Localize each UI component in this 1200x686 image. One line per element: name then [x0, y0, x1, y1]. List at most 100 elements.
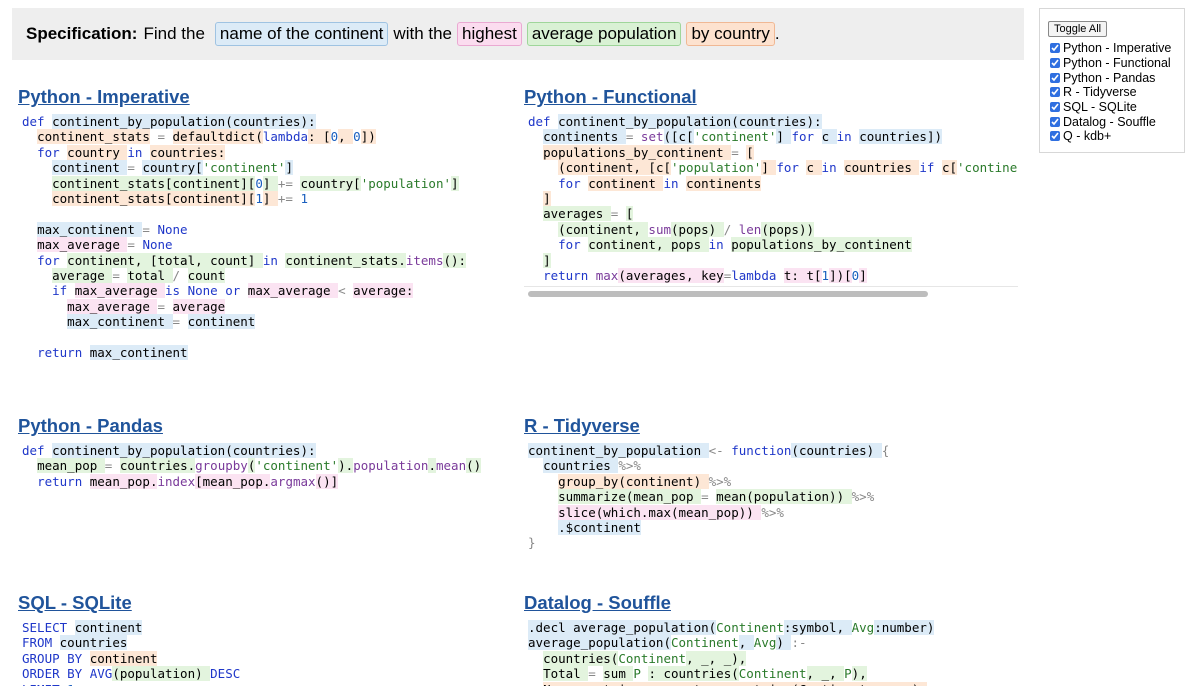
code-line: Num_countries = count : countries(Contin… [528, 681, 1018, 686]
code-token: argmax [270, 473, 316, 489]
section-title-python-imperative[interactable]: Python - Imperative [18, 86, 498, 114]
code-token: <- [708, 443, 732, 458]
code-token: = [142, 221, 158, 237]
toggle-checkbox[interactable] [1050, 87, 1060, 98]
code-token: LIMIT [22, 682, 67, 686]
toggle-item[interactable]: Q - kdb+ [1048, 129, 1184, 144]
code-line: ] [528, 190, 1018, 206]
code-token: or [225, 283, 248, 299]
toggle-item-label: SQL - SQLite [1063, 100, 1137, 115]
code-token: Continent [618, 650, 687, 666]
code-token: in [663, 175, 687, 191]
code-token: population [353, 458, 429, 474]
code-line: countries(Continent, _, _), [528, 650, 1018, 666]
toggle-all-button[interactable]: Toggle All [1048, 21, 1108, 37]
code-line: continent_stats[continent][0] += country… [22, 175, 498, 191]
code-token: 1 [300, 190, 309, 206]
toggle-item[interactable]: R - Tidyverse [1048, 85, 1184, 100]
code-token: continent, [total, count] [67, 252, 263, 268]
toggle-checkbox[interactable] [1050, 58, 1060, 69]
toggle-checkbox[interactable] [1050, 102, 1060, 113]
toggle-item[interactable]: SQL - SQLite [1048, 100, 1184, 115]
code-token: in [708, 237, 732, 253]
code-token: = [112, 267, 128, 283]
code-token: ] [761, 160, 777, 176]
code-token: = [149, 129, 173, 145]
code-token: countries: [149, 144, 226, 160]
code-token: } [528, 535, 536, 551]
code-sql-sqlite: SELECT continent FROM countries GROUP BY c… [18, 620, 498, 686]
code-token: DESC [210, 666, 241, 682]
code-line: max_continent = None [22, 221, 498, 237]
code-line: SELECT continent [22, 620, 498, 635]
code-token: , _, [806, 666, 845, 682]
code-datalog-souffle: .decl average_population(Continent:symbo… [524, 620, 1018, 686]
section-title-python-pandas[interactable]: Python - Pandas [18, 415, 498, 443]
toggle-item[interactable]: Python - Pandas [1048, 70, 1184, 85]
code-line: max_average = None [22, 237, 498, 253]
section-sql-sqlite: SQL - SQLite SELECT continent FROM countr… [18, 592, 498, 686]
spec-label: Specification: [26, 24, 138, 43]
section-title-r-tidyverse[interactable]: R - Tidyverse [524, 415, 1018, 443]
code-token: continent_by_population(countries): [52, 114, 316, 129]
spec-text-1: Find the [143, 24, 205, 43]
code-token: :symbol, [783, 620, 852, 635]
code-token: average_population( [528, 635, 671, 651]
code-token: continent, pops [588, 237, 709, 253]
code-token: (population) [112, 666, 211, 682]
code-token: in [836, 129, 860, 145]
code-line: continent_by_population <- function(coun… [528, 443, 1018, 458]
horizontal-scrollbar-thumb[interactable] [528, 291, 928, 297]
code-line: average_population(Continent, Avg) :- [528, 635, 1018, 651]
section-title-python-functional[interactable]: Python - Functional [524, 86, 1018, 114]
section-datalog-souffle: Datalog - Souffle .decl average_populati… [524, 592, 1018, 686]
code-token: sum [648, 221, 671, 237]
toggle-checkbox[interactable] [1050, 43, 1060, 54]
code-token: 1 [821, 267, 830, 283]
code-token: country[ [300, 175, 361, 191]
spec-text-3: . [774, 24, 780, 43]
code-token: .$continent [558, 519, 641, 535]
code-line: continent_stats[continent][1] += 1 [22, 190, 498, 206]
code-token: defaultdict( [172, 129, 263, 145]
toggle-item[interactable]: Datalog - Souffle [1048, 114, 1184, 129]
code-line: Total = sum P : countries(Continent, _, … [528, 666, 1018, 682]
toggle-item-label: Python - Functional [1063, 56, 1171, 71]
section-title-datalog-souffle[interactable]: Datalog - Souffle [524, 592, 1018, 620]
code-token: max_average [247, 283, 339, 299]
language-toggle-panel: Toggle All Python - Imperative Python - F… [1039, 8, 1185, 153]
code-token: max_continent [67, 314, 173, 330]
code-r-tidyverse: continent_by_population <- function(coun… [524, 443, 1018, 551]
code-line: group_by(continent) %>% [528, 473, 1018, 489]
code-token: return [543, 267, 596, 283]
code-python-functional: def continent_by_population(countries): … [524, 114, 1018, 283]
code-token: lambda [731, 267, 784, 283]
code-token: sum [603, 666, 634, 682]
code-token: index [157, 473, 196, 489]
code-line: LIMIT 1 [22, 682, 498, 686]
code-token: average [172, 298, 226, 314]
toggle-checkbox[interactable] [1050, 72, 1060, 83]
code-token: 1 [67, 682, 75, 686]
code-token: None [142, 237, 173, 253]
section-title-sql-sqlite[interactable]: SQL - SQLite [18, 592, 498, 620]
code-token: countries]) [859, 129, 943, 145]
toggle-checkbox[interactable] [1050, 116, 1060, 127]
code-line: continent = country['continent'] [22, 160, 498, 176]
toggle-item-label: Python - Imperative [1063, 41, 1172, 56]
code-token: Avg [851, 620, 875, 635]
spec-chip-average-population: average population [526, 22, 682, 46]
code-token: for [37, 144, 68, 160]
toggle-checkbox[interactable] [1050, 131, 1060, 142]
toggle-item[interactable]: Python - Imperative [1048, 41, 1184, 56]
code-token: for [791, 129, 822, 145]
toggle-item[interactable]: Python - Functional [1048, 56, 1184, 71]
code-token: t: t[ [783, 267, 822, 283]
code-token: total [127, 267, 173, 283]
code-token: GROUP BY [22, 650, 90, 666]
